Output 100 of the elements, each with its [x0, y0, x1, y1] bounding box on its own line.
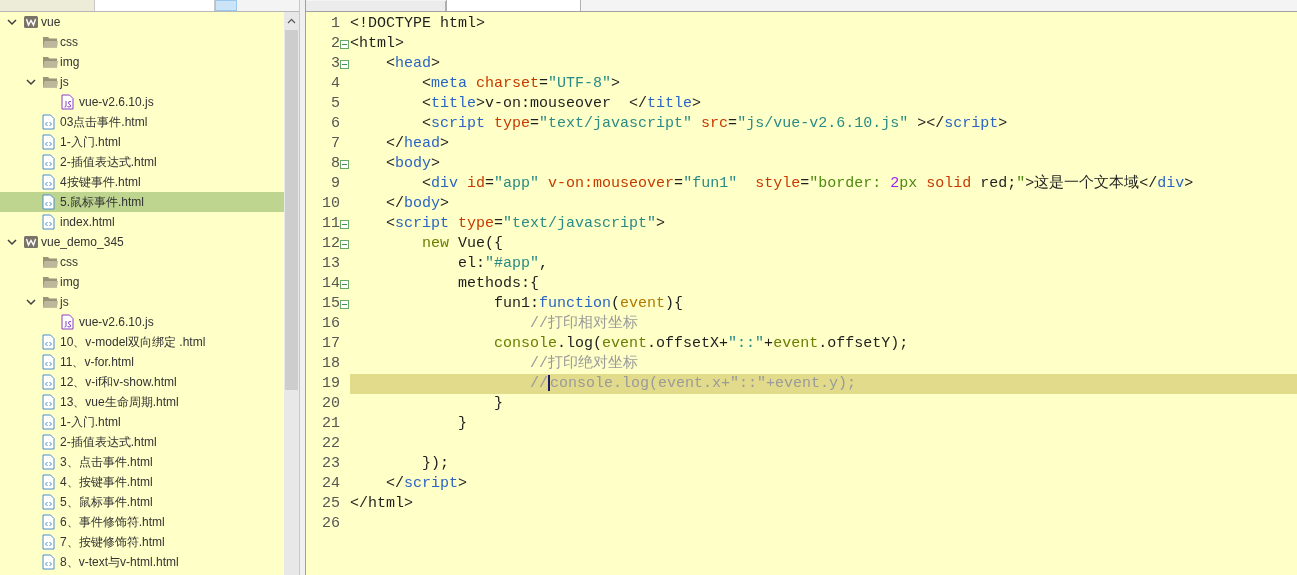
line-number: 18 [321, 353, 340, 374]
html-file-icon [42, 114, 55, 130]
line-number: 3 [330, 53, 340, 74]
code-line: </script> [385, 473, 468, 494]
tree-item[interactable]: 8、v-text与v-html.html [0, 552, 284, 572]
tree-item[interactable]: 1-入门.html [0, 412, 284, 432]
item-label: 3、点击事件.html [60, 454, 153, 471]
scrollbar[interactable] [284, 12, 299, 575]
tree-item[interactable]: 12、v-if和v-show.html [0, 372, 284, 392]
html-file-icon [42, 454, 55, 470]
folder-icon [42, 255, 59, 269]
tree-item[interactable]: 4按键事件.html [0, 172, 284, 192]
line-number: 26 [321, 513, 340, 534]
item-label: css [60, 254, 78, 271]
html-file-icon [42, 434, 55, 450]
fold-icon[interactable] [340, 239, 349, 249]
code-line: //console.log(event.x+"::"+event.y); [529, 373, 857, 394]
item-label: js [60, 74, 69, 91]
tree-item[interactable]: 6、事件修饰符.html [0, 512, 284, 532]
tree-item[interactable]: vue-v2.6.10.js [0, 312, 284, 332]
tree-item[interactable]: index.html [0, 212, 284, 232]
line-number: 17 [321, 333, 340, 354]
item-label: img [60, 54, 80, 71]
code-line: el:"#app", [457, 253, 549, 274]
item-label: 5、鼠标事件.html [60, 494, 153, 511]
tree-item[interactable]: 5、鼠标事件.html [0, 492, 284, 512]
fold-icon[interactable] [340, 159, 349, 169]
html-file-icon [42, 394, 55, 410]
tree-item[interactable]: vue_demo_345 [0, 232, 284, 252]
tree-item[interactable]: js [0, 292, 284, 312]
code-line: <script type="text/javascript"> [385, 213, 666, 234]
tree-item[interactable]: css [0, 252, 284, 272]
fold-icon[interactable] [340, 299, 349, 309]
tree-item[interactable]: img [0, 272, 284, 292]
html-file-icon [42, 534, 55, 550]
html-file-icon [42, 174, 55, 190]
code-line: } [493, 393, 504, 414]
item-label: js [60, 294, 69, 311]
code-line: new Vue({ [421, 233, 504, 254]
chevron-down-icon[interactable] [6, 16, 18, 28]
tree-item[interactable]: css [0, 32, 284, 52]
tree-item[interactable]: 2-插值表达式.html [0, 152, 284, 172]
item-label: css [60, 34, 78, 51]
item-label: 4、按键事件.html [60, 474, 153, 491]
code-line: <body> [385, 153, 441, 174]
js-file-icon [61, 94, 74, 110]
item-label: 2-插值表达式.html [60, 154, 157, 171]
web-project-icon [23, 14, 39, 30]
tree-item[interactable]: 2-插值表达式.html [0, 432, 284, 452]
line-number: 25 [321, 493, 340, 514]
fold-icon[interactable] [340, 39, 349, 49]
line-number: 22 [321, 433, 340, 454]
line-number: 21 [321, 413, 340, 434]
tree-item[interactable]: img [0, 52, 284, 72]
fold-icon[interactable] [340, 279, 349, 289]
web-project-icon [23, 234, 39, 250]
tree-item[interactable]: 1-入门.html [0, 132, 284, 152]
tree-item[interactable]: 13、vue生命周期.html [0, 392, 284, 412]
tree-item[interactable]: 10、v-model双向绑定 .html [0, 332, 284, 352]
item-label: 03点击事件.html [60, 114, 148, 131]
tree-item[interactable]: vue [0, 12, 284, 32]
tree-item[interactable]: 7、按键修饰符.html [0, 532, 284, 552]
tree-item[interactable]: js [0, 72, 284, 92]
line-number: 9 [330, 173, 340, 194]
chevron-down-icon[interactable] [25, 296, 37, 308]
html-file-icon [42, 154, 55, 170]
line-number: 7 [330, 133, 340, 154]
html-file-icon [42, 554, 55, 570]
tree-item[interactable]: 4、按键事件.html [0, 472, 284, 492]
folder-icon [42, 275, 59, 289]
line-number: 16 [321, 313, 340, 334]
code-line: console.log(event.offsetX+"::"+event.offsetY); [493, 333, 909, 354]
tree-item[interactable]: 03点击事件.html [0, 112, 284, 132]
scrollbar-thumb[interactable] [285, 30, 298, 390]
html-file-icon [42, 514, 55, 530]
fold-icon[interactable] [340, 219, 349, 229]
filter-field[interactable] [95, 0, 215, 11]
chevron-down-icon[interactable] [6, 236, 18, 248]
line-number: 4 [330, 73, 340, 94]
code-line: <div id="app" v-on:mouseover="fun1" style="border: 2px solid red;">这是一个文本域</div> [421, 173, 1194, 194]
item-label: img [60, 274, 80, 291]
code-line: //打印绝对坐标 [529, 353, 639, 374]
item-label: 11、v-for.html [60, 354, 134, 371]
code-line: <title>v-on:mouseover </title> [421, 93, 702, 114]
chevron-down-icon[interactable] [25, 76, 37, 88]
folder-icon [42, 35, 59, 49]
tree-item[interactable]: vue-v2.6.10.js [0, 92, 284, 112]
html-file-icon [42, 414, 55, 430]
line-number: 12 [321, 233, 340, 254]
tree-item[interactable]: 5.鼠标事件.html [0, 192, 284, 212]
item-label: index.html [60, 214, 115, 231]
item-label: vue_demo_345 [41, 234, 124, 251]
item-label: 1-入门.html [60, 134, 121, 151]
tree-item[interactable]: 3、点击事件.html [0, 452, 284, 472]
item-label: 5.鼠标事件.html [60, 194, 144, 211]
folder-icon [42, 55, 59, 69]
fold-icon[interactable] [340, 59, 349, 69]
code-line: </head> [385, 133, 450, 154]
tree-item[interactable]: 11、v-for.html [0, 352, 284, 372]
line-number: 15 [321, 293, 340, 314]
